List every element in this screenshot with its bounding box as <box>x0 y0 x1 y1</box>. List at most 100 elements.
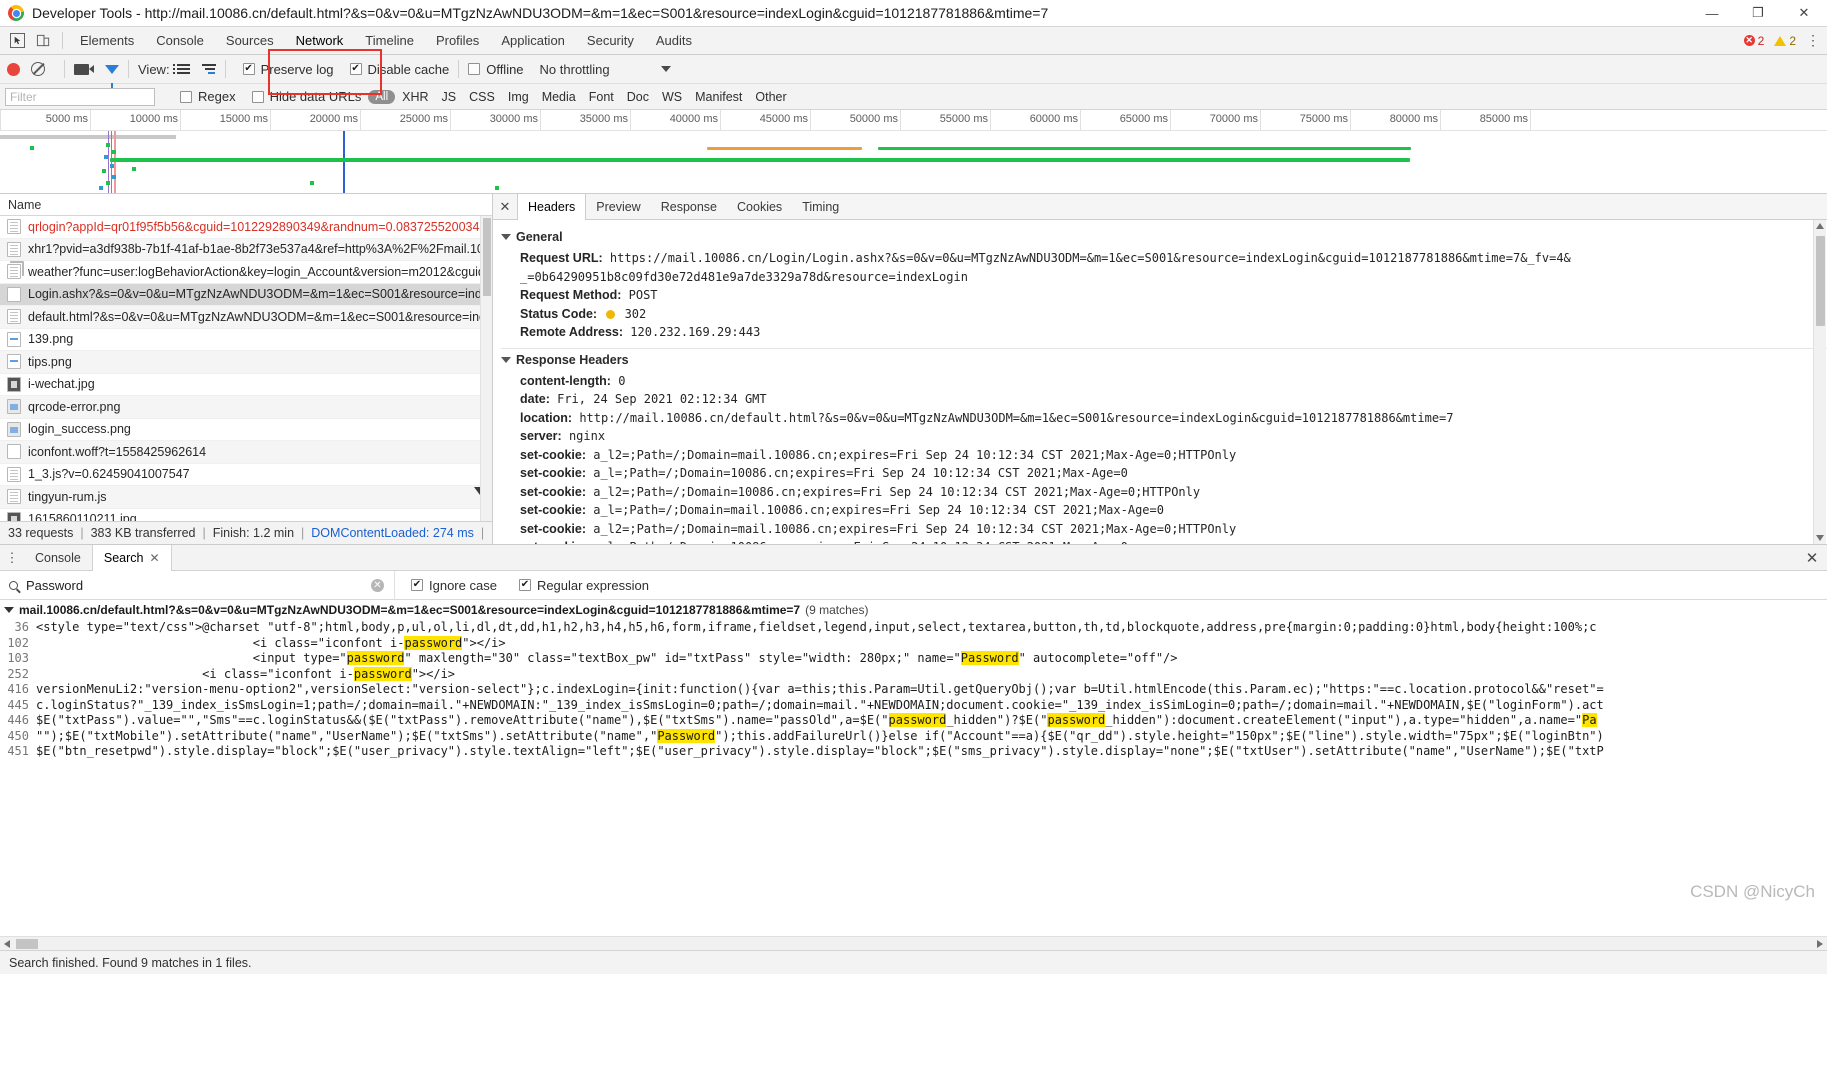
offline-checkbox-box[interactable] <box>468 63 481 75</box>
filter-type-img[interactable]: Img <box>508 90 529 104</box>
table-row[interactable]: tips.png <box>0 351 492 374</box>
table-row[interactable]: 1_3.js?v=0.62459041007547 <box>0 464 492 486</box>
search-input-value[interactable]: Password <box>26 578 363 593</box>
table-row[interactable]: qrcode-error.png <box>0 396 492 419</box>
drawer-more-menu-icon[interactable]: ⋮ <box>0 545 24 570</box>
close-detail-icon[interactable]: ✕ <box>493 194 517 219</box>
close-search-tab-icon[interactable]: ✕ <box>149 551 159 565</box>
close-drawer-icon[interactable]: ✕ <box>1797 545 1827 570</box>
table-row[interactable]: Login.ashx?&s=0&v=0&u=MTgzNzAwNDU3ODM=&m… <box>0 283 492 306</box>
preserve-log-checkbox-box[interactable] <box>242 63 255 75</box>
filter-funnel-icon[interactable] <box>105 64 119 88</box>
filter-type-media[interactable]: Media <box>542 90 576 104</box>
tab-application[interactable]: Application <box>490 27 576 54</box>
code-line[interactable]: 446 $E("txtPass").value="","Sms"==c.logi… <box>0 713 1827 729</box>
table-row[interactable]: 1615860110211.jpg <box>0 509 492 521</box>
detail-scrollbar[interactable] <box>1813 220 1826 544</box>
tab-security[interactable]: Security <box>576 27 645 54</box>
request-list-column-header[interactable]: Name <box>0 194 492 216</box>
tab-timing[interactable]: Timing <box>792 194 849 219</box>
table-row[interactable]: 139.png <box>0 329 492 351</box>
offline-checkbox[interactable]: Offline <box>468 62 524 77</box>
regex-checkbox[interactable]: Regex <box>180 89 236 104</box>
preserve-log-checkbox[interactable]: Preserve log <box>242 62 334 77</box>
drawer-tab-search[interactable]: Search ✕ <box>91 545 172 571</box>
scrollbar-thumb[interactable] <box>483 218 491 296</box>
code-horizontal-scrollbar[interactable] <box>0 936 1827 950</box>
tab-elements[interactable]: Elements <box>69 27 145 54</box>
filter-type-all[interactable]: All <box>368 89 396 104</box>
code-line[interactable]: 416 versionMenuLi2:"version-menu-option2… <box>0 682 1827 698</box>
tab-timeline[interactable]: Timeline <box>354 27 425 54</box>
warning-count-badge[interactable]: 2 <box>1774 34 1796 48</box>
list-view-icon[interactable] <box>172 64 190 74</box>
clear-search-icon[interactable]: ✕ <box>371 578 384 592</box>
scroll-right-icon[interactable] <box>1817 940 1823 948</box>
code-line[interactable]: 102 <i class="iconfont i-password"></i> <box>0 635 1827 651</box>
table-row[interactable]: default.html?&s=0&v=0&u=MTgzNzAwNDU3ODM=… <box>0 306 492 329</box>
tab-profiles[interactable]: Profiles <box>425 27 490 54</box>
disable-cache-checkbox-box[interactable] <box>349 63 362 75</box>
regular-expression-checkbox[interactable]: Regular expression <box>518 578 649 593</box>
code-line[interactable]: 445 c.loginStatus?"_139_index_isSmsLogin… <box>0 697 1827 713</box>
table-row[interactable]: xhr1?pvid=a3df938b-7b1f-41af-b1ae-8b2f73… <box>0 238 492 261</box>
filter-input[interactable] <box>5 87 155 106</box>
scroll-left-icon[interactable] <box>4 940 10 948</box>
clear-button-icon[interactable] <box>31 62 45 76</box>
toggle-device-toolbar-icon[interactable] <box>30 29 56 53</box>
scroll-down-icon[interactable] <box>1816 535 1824 541</box>
devtools-more-menu-icon[interactable]: ⋮ <box>1806 32 1821 49</box>
scrollbar-thumb[interactable] <box>16 939 38 949</box>
tab-headers[interactable]: Headers <box>517 194 587 220</box>
ignore-case-checkbox[interactable]: Ignore case <box>411 578 497 593</box>
maximize-button[interactable]: ❐ <box>1735 0 1781 27</box>
search-result-file-header[interactable]: mail.10086.cn/default.html?&s=0&v=0&u=MT… <box>0 600 1827 620</box>
capture-screenshots-icon[interactable] <box>74 63 94 75</box>
close-button[interactable]: ✕ <box>1781 0 1827 27</box>
tab-audits[interactable]: Audits <box>645 27 703 54</box>
table-row[interactable]: i-wechat.jpg <box>0 374 492 396</box>
filter-type-manifest[interactable]: Manifest <box>695 90 742 104</box>
filter-type-font[interactable]: Font <box>589 90 614 104</box>
throttling-select[interactable]: No throttling <box>540 62 671 77</box>
tab-cookies[interactable]: Cookies <box>727 194 792 219</box>
table-row[interactable]: weather?func=user:logBehaviorAction&key=… <box>0 261 492 284</box>
scrollbar-thumb[interactable] <box>1816 236 1825 326</box>
tab-sources[interactable]: Sources <box>215 27 285 54</box>
tab-response[interactable]: Response <box>651 194 727 219</box>
scroll-up-icon[interactable] <box>1816 223 1824 229</box>
search-input-wrapper[interactable]: Password ✕ <box>0 570 395 600</box>
table-row[interactable]: login_success.png <box>0 419 492 441</box>
code-line[interactable]: 451 $E("btn_resetpwd").style.display="bl… <box>0 744 1827 760</box>
filter-type-js[interactable]: JS <box>442 90 457 104</box>
filter-type-other[interactable]: Other <box>755 90 786 104</box>
hide-data-urls-checkbox-box[interactable] <box>251 90 264 103</box>
code-line[interactable]: 450 "");$E("txtMobile").setAttribute("na… <box>0 728 1827 744</box>
disable-cache-checkbox[interactable]: Disable cache <box>349 62 449 77</box>
request-rows[interactable]: qrlogin?appId=qr01f95f5b56&cguid=1012292… <box>0 216 492 521</box>
regular-expression-checkbox-box[interactable] <box>518 579 531 591</box>
tab-console[interactable]: Console <box>145 27 215 54</box>
code-line[interactable]: 36 <style type="text/css">@charset "utf-… <box>0 620 1827 636</box>
network-overview-timeline[interactable]: 5000 ms 10000 ms 15000 ms 20000 ms 25000… <box>0 110 1827 194</box>
table-row[interactable]: tingyun-rum.js <box>0 486 492 509</box>
waterfall-view-icon[interactable] <box>201 64 216 74</box>
table-row[interactable]: qrlogin?appId=qr01f95f5b56&cguid=1012292… <box>0 216 492 239</box>
tab-preview[interactable]: Preview <box>586 194 650 219</box>
table-row[interactable]: iconfont.woff?t=1558425962614 <box>0 441 492 464</box>
ignore-case-checkbox-box[interactable] <box>411 579 423 591</box>
record-button-icon[interactable] <box>7 62 20 76</box>
regex-checkbox-box[interactable] <box>180 90 192 103</box>
general-section-header[interactable]: General <box>501 230 1827 244</box>
inspect-element-icon[interactable] <box>4 29 30 53</box>
error-count-badge[interactable]: ✕ 2 <box>1743 34 1764 48</box>
drawer-tab-console[interactable]: Console <box>24 545 92 570</box>
code-line[interactable]: 252 <i class="iconfont i-password"></i> <box>0 666 1827 682</box>
request-list-scrollbar[interactable] <box>480 216 492 521</box>
search-results-code[interactable]: 36 <style type="text/css">@charset "utf-… <box>0 620 1827 936</box>
tab-network[interactable]: Network <box>285 27 355 54</box>
filter-type-xhr[interactable]: XHR <box>402 90 428 104</box>
minimize-button[interactable]: — <box>1689 0 1735 27</box>
response-headers-section-header[interactable]: Response Headers <box>501 353 1827 367</box>
hide-data-urls-checkbox[interactable]: Hide data URLs <box>251 89 361 104</box>
